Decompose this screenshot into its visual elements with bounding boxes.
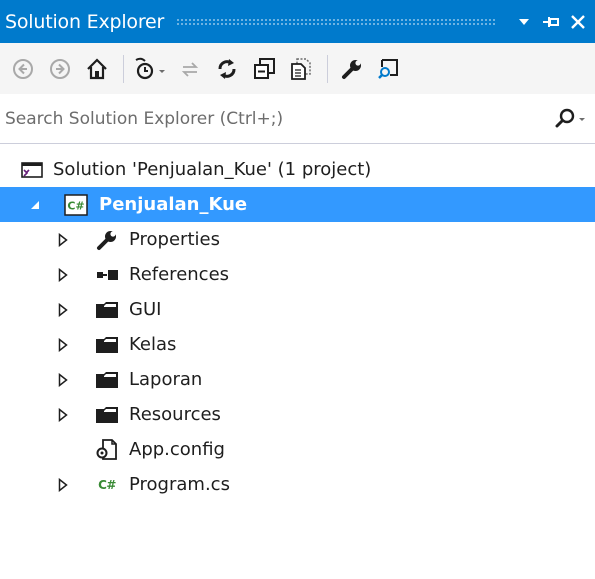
- tree-item-label: Penjualan_Kue: [99, 194, 248, 215]
- tree-item-label: Program.cs: [129, 474, 230, 495]
- wrench-icon: [342, 59, 361, 79]
- tree-item-folder-laporan[interactable]: Laporan: [0, 362, 595, 397]
- preview-icon: [378, 58, 398, 79]
- collapsed-arrow-icon[interactable]: [54, 327, 72, 362]
- home-button[interactable]: [82, 54, 112, 84]
- tree-item-label: App.config: [129, 439, 225, 460]
- solution-tree: Solution 'Penjualan_Kue' (1 project) C# …: [0, 152, 595, 502]
- search-options-button[interactable]: [551, 104, 595, 134]
- tool-window-title-bar[interactable]: Solution Explorer: [0, 0, 595, 43]
- collapsed-arrow-icon[interactable]: [54, 257, 72, 292]
- sync-with-active-document-button[interactable]: [175, 54, 205, 84]
- tree-item-folder-resources[interactable]: Resources: [0, 397, 595, 432]
- tree-item-references[interactable]: References: [0, 257, 595, 292]
- search-icon: [555, 108, 585, 127]
- tree-item-label: Properties: [129, 229, 220, 250]
- tree-item-project[interactable]: C# Penjualan_Kue: [0, 187, 595, 222]
- chevron-down-icon: [518, 18, 529, 25]
- title-bar-grip[interactable]: [176, 18, 496, 25]
- close-button[interactable]: [564, 7, 591, 37]
- tree-item-label: Kelas: [129, 334, 177, 355]
- tree-item-label: References: [129, 264, 230, 285]
- auto-hide-pin-button[interactable]: [537, 7, 564, 37]
- config-file-icon: [93, 432, 121, 467]
- folder-icon: [93, 362, 121, 397]
- collapse-all-button[interactable]: [249, 54, 279, 84]
- close-icon: [570, 14, 585, 29]
- forward-arrow-icon: [50, 58, 70, 79]
- tree-item-program-cs[interactable]: C# Program.cs: [0, 467, 595, 502]
- tree-item-label: GUI: [129, 299, 162, 320]
- references-icon: [93, 257, 121, 292]
- expanded-arrow-icon[interactable]: [26, 187, 44, 222]
- clock-filter-icon: [135, 57, 165, 79]
- sync-icon: [181, 61, 199, 77]
- window-position-dropdown-button[interactable]: [510, 7, 537, 37]
- csharp-project-icon: C#: [62, 187, 90, 222]
- show-all-files-button[interactable]: [286, 54, 316, 84]
- window-title: Solution Explorer: [5, 10, 165, 33]
- search-input[interactable]: [0, 102, 551, 135]
- tree-item-properties[interactable]: Properties: [0, 222, 595, 257]
- show-all-files-icon: [291, 57, 311, 80]
- properties-button[interactable]: [337, 54, 367, 84]
- preview-selected-items-button[interactable]: [374, 54, 404, 84]
- folder-icon: [93, 397, 121, 432]
- collapsed-arrow-icon[interactable]: [54, 467, 72, 502]
- tree-item-folder-gui[interactable]: GUI: [0, 292, 595, 327]
- refresh-button[interactable]: [212, 54, 242, 84]
- folder-icon: [93, 327, 121, 362]
- home-icon: [87, 57, 107, 79]
- back-arrow-icon: [13, 58, 33, 79]
- project-badge: C#: [67, 199, 84, 212]
- toolbar-separator: [123, 54, 124, 83]
- back-button[interactable]: [8, 54, 38, 84]
- collapsed-arrow-icon[interactable]: [54, 362, 72, 397]
- file-badge: C#: [98, 477, 116, 492]
- tree-item-label: Resources: [129, 404, 221, 425]
- pin-icon: [542, 16, 559, 27]
- tree-item-solution[interactable]: Solution 'Penjualan_Kue' (1 project): [0, 152, 595, 187]
- collapsed-arrow-icon[interactable]: [54, 292, 72, 327]
- tree-item-folder-kelas[interactable]: Kelas: [0, 327, 595, 362]
- collapsed-arrow-icon[interactable]: [54, 222, 72, 257]
- collapsed-arrow-icon[interactable]: [54, 397, 72, 432]
- collapse-all-icon: [254, 57, 275, 79]
- refresh-icon: [218, 58, 236, 79]
- csharp-file-icon: C#: [93, 467, 121, 502]
- pending-changes-filter-button[interactable]: [133, 54, 169, 84]
- search-bar: [0, 94, 595, 144]
- tree-item-label: Solution 'Penjualan_Kue' (1 project): [53, 159, 372, 180]
- tree-item-label: Laporan: [129, 369, 203, 390]
- solution-explorer-toolbar: [0, 43, 595, 94]
- solution-icon: [18, 152, 46, 187]
- tree-item-app-config[interactable]: App.config: [0, 432, 595, 467]
- forward-button[interactable]: [45, 54, 75, 84]
- wrench-icon: [93, 222, 121, 257]
- folder-icon: [93, 292, 121, 327]
- toolbar-separator: [327, 54, 328, 83]
